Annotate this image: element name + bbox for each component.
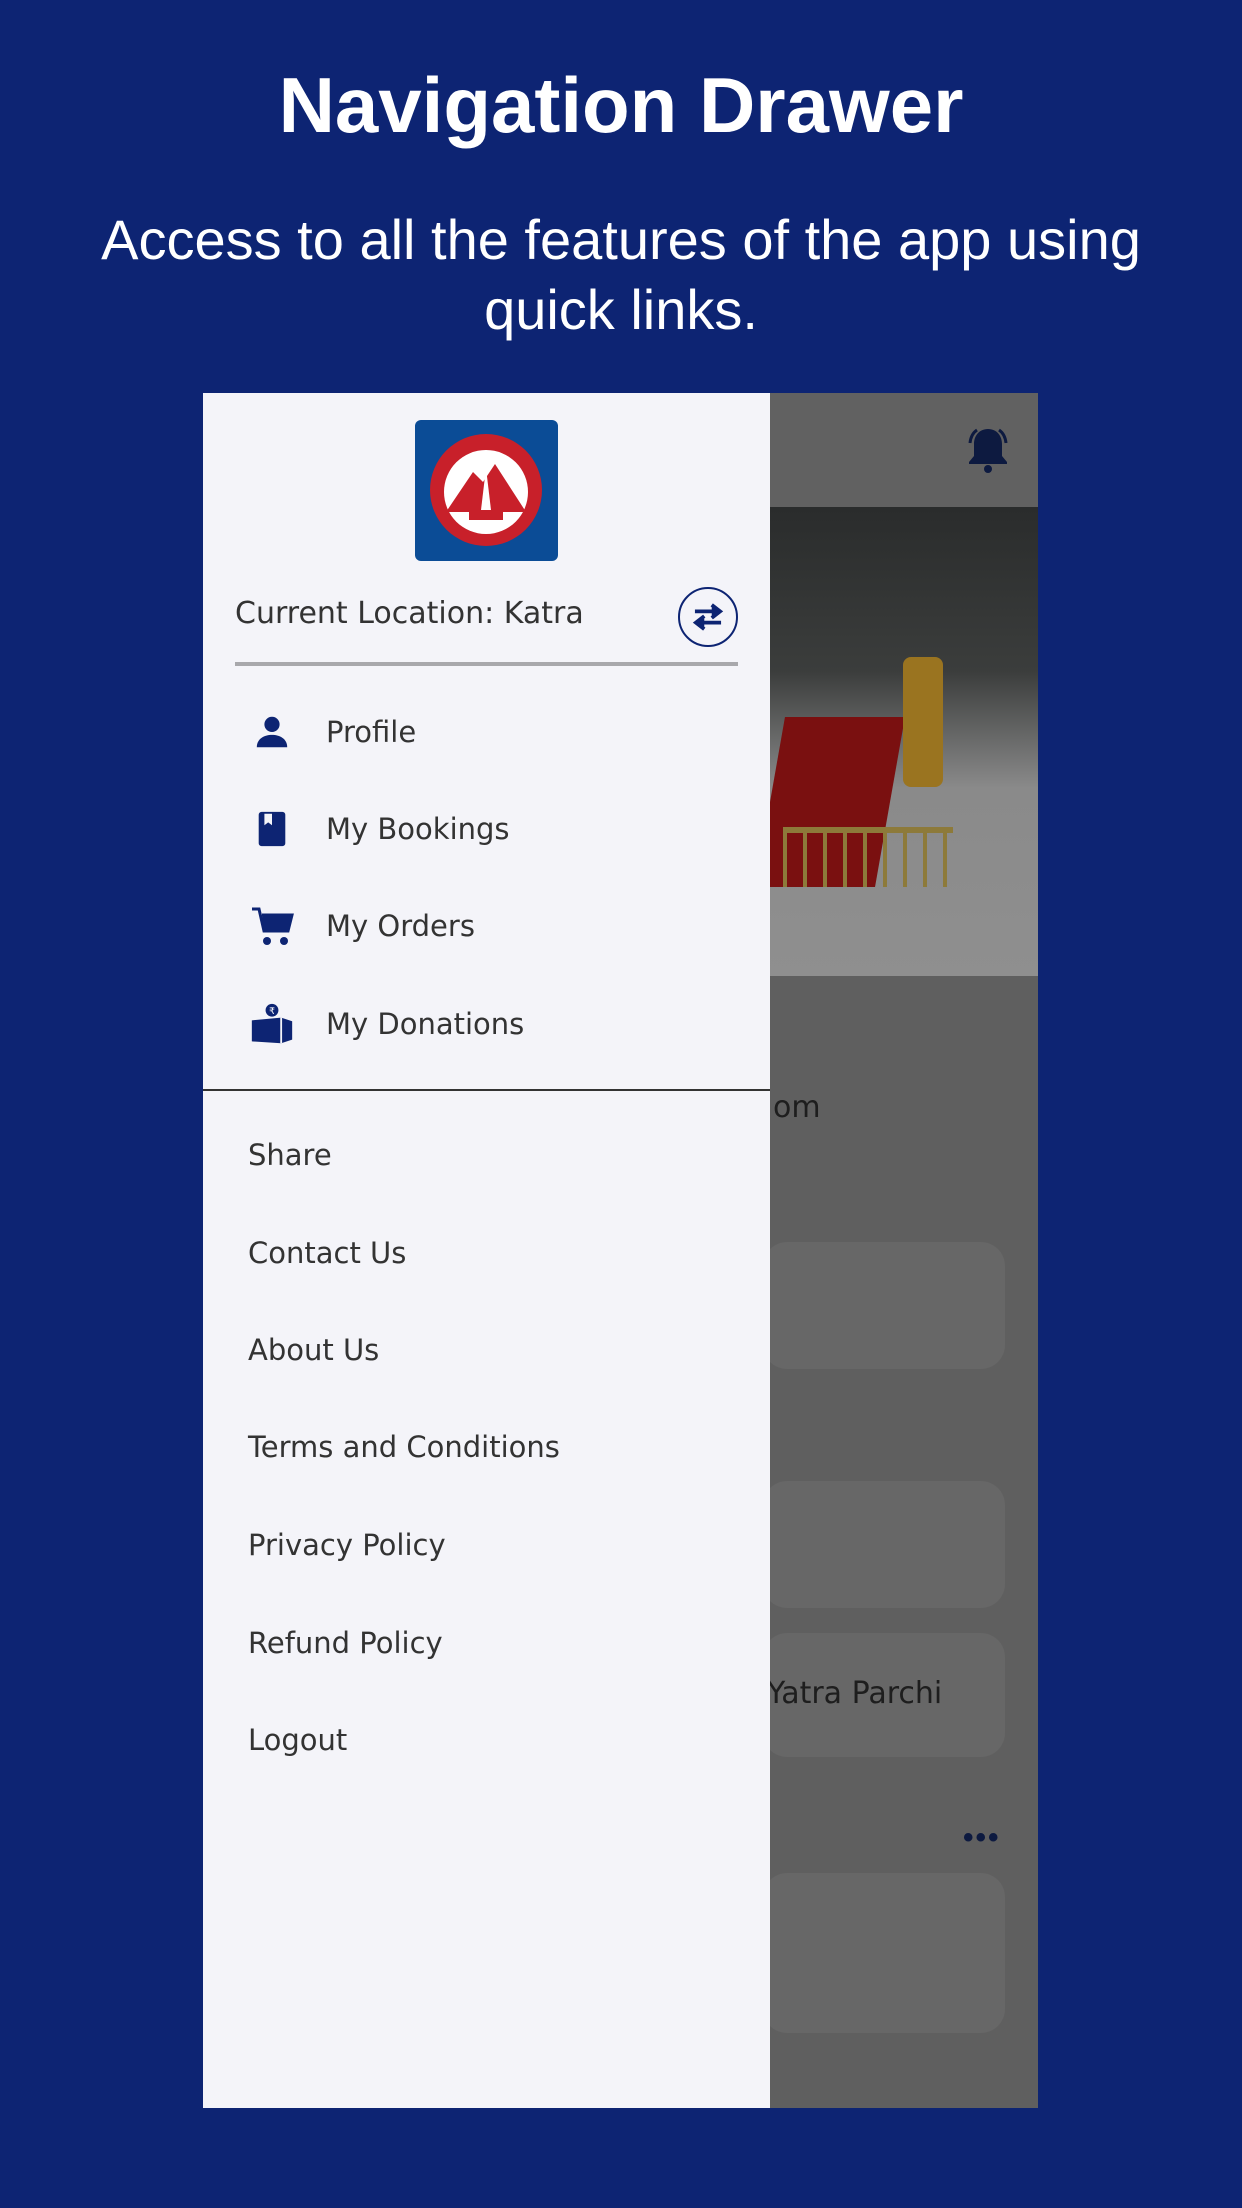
bell-icon[interactable] <box>966 425 1010 475</box>
card[interactable] <box>763 1873 1005 2033</box>
card[interactable] <box>763 1242 1005 1369</box>
svg-text:KATRA: KATRA <box>475 527 498 534</box>
drawer-item-my-orders[interactable]: My Orders <box>203 886 770 966</box>
donation-box-icon: ₹ <box>250 1002 294 1046</box>
drawer-link-terms[interactable]: Terms and Conditions <box>248 1430 560 1464</box>
drawer-item-label: My Donations <box>326 1007 525 1041</box>
drawer-link-logout[interactable]: Logout <box>248 1723 347 1757</box>
swap-icon <box>692 603 724 631</box>
divider <box>235 662 738 666</box>
drawer-link-refund-policy[interactable]: Refund Policy <box>248 1626 443 1660</box>
cart-icon <box>250 904 294 948</box>
drawer-item-label: Profile <box>326 715 417 749</box>
navigation-drawer: KATRA Current Location: Katra Profile My… <box>203 393 770 2108</box>
drawer-link-share[interactable]: Share <box>248 1138 332 1172</box>
shrine-board-logo: KATRA <box>415 420 558 561</box>
drawer-item-label: My Orders <box>326 909 475 943</box>
swap-location-button[interactable] <box>678 587 738 647</box>
page-title: Navigation Drawer <box>278 61 964 149</box>
current-location: Current Location: Katra <box>235 596 584 631</box>
svg-text:₹: ₹ <box>269 1006 275 1017</box>
drawer-link-privacy-policy[interactable]: Privacy Policy <box>248 1528 446 1562</box>
more-icon[interactable]: ••• <box>963 1821 1001 1855</box>
card[interactable] <box>763 1481 1005 1608</box>
divider <box>203 1089 770 1091</box>
drawer-link-about-us[interactable]: About Us <box>248 1333 379 1367</box>
drawer-item-profile[interactable]: Profile <box>203 692 770 772</box>
page-subtitle: Access to all the features of the app us… <box>101 208 1141 341</box>
card-label: Yatra Parchi <box>767 1676 943 1711</box>
drawer-item-my-donations[interactable]: ₹ My Donations <box>203 984 770 1064</box>
drawer-link-contact-us[interactable]: Contact Us <box>248 1236 406 1270</box>
partial-text: om <box>773 1090 821 1125</box>
drawer-item-my-bookings[interactable]: My Bookings <box>203 789 770 869</box>
book-icon <box>250 807 294 851</box>
drawer-item-label: My Bookings <box>326 812 510 846</box>
person-icon <box>250 710 294 754</box>
phone-screen: om Yatra Parchi ••• KATRA Current Locati… <box>203 393 1038 2108</box>
